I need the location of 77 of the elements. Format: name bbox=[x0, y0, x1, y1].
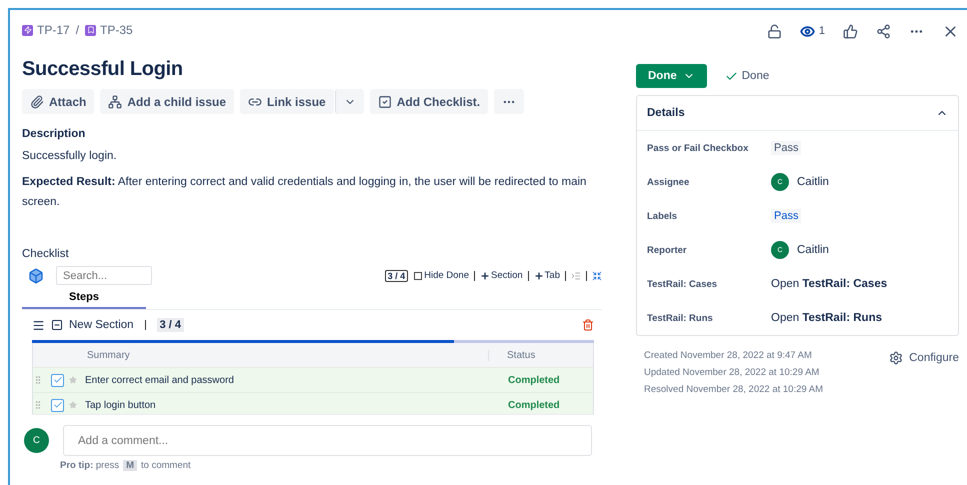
item-checkbox[interactable] bbox=[51, 398, 64, 412]
section-title: New Section bbox=[69, 319, 134, 331]
item-summary: Enter correct email and password bbox=[85, 374, 235, 386]
thumbs-up-icon[interactable] bbox=[843, 24, 858, 38]
user-name[interactable]: Caitlin bbox=[797, 176, 829, 188]
box-icon bbox=[28, 268, 44, 284]
field-label: TestRail: Runs bbox=[647, 312, 714, 324]
field-label: Labels bbox=[647, 210, 678, 222]
item-checkbox[interactable] bbox=[51, 374, 64, 386]
date-text: Updated November 28, 2022 at 10:29 AM bbox=[644, 366, 820, 380]
hide-done-checkbox[interactable]: Hide Done bbox=[414, 270, 469, 281]
pro-tip-text: to comment bbox=[141, 460, 191, 471]
status-button[interactable]: Done bbox=[636, 64, 707, 88]
checklist-heading: Checklist bbox=[22, 248, 70, 260]
field-label: Assignee bbox=[647, 176, 690, 188]
section-count: 3 / 4 bbox=[156, 318, 184, 332]
item-summary: Tap login button bbox=[85, 400, 157, 410]
field-label: Reporter bbox=[647, 244, 688, 256]
hierarchy-icon bbox=[108, 94, 122, 108]
label-tag[interactable]: Pass bbox=[771, 209, 802, 223]
settings-icon bbox=[889, 351, 904, 365]
date-text: Resolved November 28, 2022 at 10:29 AM bbox=[644, 383, 824, 397]
item-status: Completed bbox=[507, 400, 561, 410]
field-label: Pass or Fail Checkbox bbox=[647, 142, 750, 154]
testrail-link[interactable]: Open TestRail: Runs bbox=[771, 312, 958, 324]
check-icon bbox=[52, 400, 62, 410]
drag-handle-icon[interactable] bbox=[33, 375, 43, 385]
column-header: Status bbox=[488, 350, 593, 360]
plus-icon bbox=[534, 270, 544, 280]
eye-icon bbox=[800, 24, 815, 38]
checklist-tab[interactable]: Steps bbox=[22, 287, 146, 309]
field-label: TestRail: Cases bbox=[647, 278, 718, 290]
add-checklist-button[interactable]: Add Checklist. bbox=[370, 89, 488, 114]
collapse-section-icon[interactable] bbox=[51, 319, 63, 331]
date-text: Created November 28, 2022 at 9:47 AM bbox=[644, 349, 813, 363]
breadcrumb-separator: / bbox=[76, 23, 80, 37]
lightning-icon bbox=[22, 24, 33, 36]
field-value[interactable]: Pass bbox=[771, 141, 802, 155]
add-child-issue-button[interactable]: Add a child issue bbox=[100, 89, 234, 114]
check-icon bbox=[724, 70, 738, 82]
description-text: Successfully login. bbox=[22, 149, 118, 164]
keyboard-key: M bbox=[123, 460, 138, 471]
description-heading: Description bbox=[22, 128, 86, 140]
testrail-link[interactable]: Open TestRail: Cases bbox=[771, 278, 958, 290]
user-name[interactable]: Caitlin bbox=[797, 244, 829, 256]
breadcrumb-link[interactable]: TP-17 bbox=[22, 23, 70, 37]
star-icon[interactable] bbox=[69, 376, 77, 384]
comment-field[interactable]: Add a comment... bbox=[63, 425, 592, 456]
check-icon bbox=[52, 375, 62, 385]
paperclip-icon bbox=[30, 94, 44, 108]
configure-button[interactable]: Configure bbox=[889, 349, 959, 367]
drag-handle-icon[interactable] bbox=[33, 400, 43, 410]
progress-count: 3 / 4 bbox=[384, 270, 408, 282]
description-text: Expected Result: After entering correct and valid credentials and logging in, the user will be redirected to main screen. bbox=[22, 175, 588, 210]
plus-icon bbox=[480, 270, 490, 280]
checkbox-icon bbox=[378, 94, 392, 108]
share-icon[interactable] bbox=[876, 24, 891, 38]
user-avatar: C bbox=[24, 428, 49, 453]
item-status: Completed bbox=[507, 374, 561, 386]
pro-tip-text: Pro tip: press bbox=[60, 460, 120, 471]
delete-icon[interactable] bbox=[582, 319, 594, 331]
breadcrumb-link[interactable]: TP-35 bbox=[85, 23, 133, 37]
search-field[interactable]: Search... bbox=[56, 266, 152, 285]
link-issue-button[interactable]: Link issue bbox=[240, 89, 334, 114]
menu-icon[interactable] bbox=[32, 318, 45, 332]
collapse-icon[interactable] bbox=[592, 270, 602, 280]
add-tab-button[interactable]: Tab bbox=[534, 270, 560, 281]
issue-title: Successful Login bbox=[22, 58, 184, 81]
watchers-button[interactable]: 1 bbox=[800, 24, 825, 38]
star-icon[interactable] bbox=[69, 401, 77, 409]
bookmark-icon bbox=[85, 24, 96, 36]
add-section-button[interactable]: Section bbox=[480, 270, 523, 281]
attach-button[interactable]: Attach bbox=[22, 89, 94, 114]
lock-icon[interactable] bbox=[766, 24, 782, 38]
column-header: Summary bbox=[86, 350, 131, 360]
resolution-text: Done bbox=[724, 70, 770, 82]
details-heading: Details bbox=[647, 107, 685, 119]
